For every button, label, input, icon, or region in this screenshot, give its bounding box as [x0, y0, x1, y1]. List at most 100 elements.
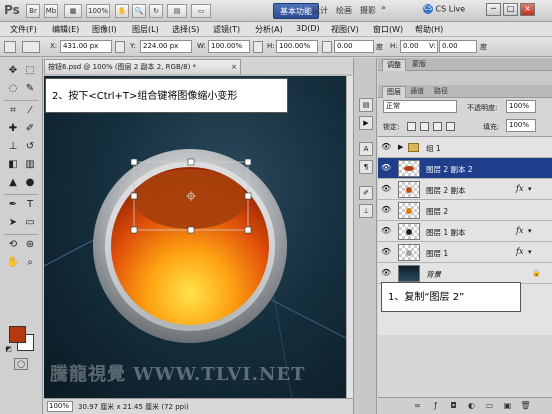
clone-source-icon[interactable]: ⊥ [359, 204, 373, 218]
close-button[interactable]: × [520, 3, 535, 16]
gradient-tool-icon[interactable]: ▥ [23, 158, 37, 172]
delete-layer-icon[interactable]: 🗑 [520, 401, 531, 412]
hand-icon[interactable]: ✋ [6, 256, 20, 270]
adjustment-layer-icon[interactable]: ◐ [466, 401, 477, 412]
relative-position-icon[interactable] [115, 41, 125, 53]
height-field[interactable]: 100.00% [276, 40, 318, 53]
pen-tool-icon[interactable]: ✒ [6, 198, 20, 212]
healing-brush-icon[interactable]: ✚ [6, 122, 20, 136]
transform-tool-icon[interactable] [4, 41, 16, 53]
blend-mode-select[interactable]: 正常 [383, 100, 457, 113]
menu-file[interactable]: 文件(F) [10, 24, 37, 35]
brush-tool-icon[interactable]: ✐ [23, 122, 37, 136]
eyedropper-tool-icon[interactable]: ⁄ [23, 104, 37, 118]
guides-menu-icon[interactable]: ▦ [64, 4, 82, 18]
layer-effects-icon[interactable]: fx [516, 247, 523, 256]
tab-layers[interactable]: 图层 [382, 86, 406, 98]
lasso-tool-icon[interactable]: ◌ [6, 82, 20, 96]
layer-row-layer1-copy[interactable]: 👁 图层 1 副本 fx ▾ [378, 221, 552, 242]
workspace-photography[interactable]: 摄影 [354, 3, 382, 19]
layer-row-layer1[interactable]: 👁 图层 1 fx ▾ [378, 242, 552, 263]
tab-paths[interactable]: 路径 [430, 86, 452, 98]
crop-tool-icon[interactable]: ⌗ [6, 104, 20, 118]
x-field[interactable]: 431.00 px [60, 40, 112, 53]
reference-point-icon[interactable] [22, 41, 40, 53]
link-proportions-icon[interactable] [253, 41, 263, 53]
menu-image[interactable]: 图像(I) [92, 24, 117, 35]
menu-layer[interactable]: 图层(L) [132, 24, 159, 35]
document-tab[interactable]: 按钮6.psd @ 100% (图层 2 副本 2, RGB/8) * × [44, 59, 241, 74]
type-tool-icon[interactable]: T [23, 198, 37, 212]
add-mask-icon[interactable]: ◘ [448, 401, 459, 412]
v-skew-field[interactable]: 0.00 [439, 40, 477, 53]
layer-effects-icon[interactable]: fx [516, 184, 523, 193]
opacity-field[interactable]: 100% [506, 100, 536, 113]
hand-tool-icon[interactable]: ✋ [115, 4, 129, 18]
visibility-icon[interactable]: 👁 [381, 248, 391, 256]
blur-tool-icon[interactable]: ▲ [6, 176, 20, 190]
menu-3d[interactable]: 3D(D) [296, 24, 320, 33]
lock-transparency-icon[interactable] [407, 122, 416, 131]
layer-row-group1[interactable]: 👁 ▶ 组 1 [378, 137, 552, 158]
rotate-view-icon[interactable]: ↻ [149, 4, 163, 18]
menu-filter[interactable]: 滤镜(T) [213, 24, 240, 35]
menu-edit[interactable]: 编辑(E) [52, 24, 79, 35]
minimize-button[interactable]: ─ [486, 3, 501, 16]
layer-row-layer2-copy2[interactable]: 👁 图层 2 副本 2 [378, 158, 552, 179]
tab-masks[interactable]: 蒙版 [408, 59, 430, 71]
menu-view[interactable]: 视图(V) [331, 24, 359, 35]
zoom-field[interactable]: 100% [47, 401, 73, 412]
menu-window[interactable]: 窗口(W) [373, 24, 403, 35]
close-document-icon[interactable]: × [231, 60, 237, 74]
eraser-tool-icon[interactable]: ◧ [6, 158, 20, 172]
visibility-icon[interactable]: 👁 [381, 164, 391, 172]
actions-panel-icon[interactable]: ▶ [359, 116, 373, 130]
width-field[interactable]: 100.00% [208, 40, 250, 53]
default-colors-icon[interactable]: ◩ [4, 345, 13, 354]
maximize-button[interactable]: □ [503, 3, 518, 16]
lock-pixels-icon[interactable] [420, 122, 429, 131]
visibility-icon[interactable]: 👁 [381, 185, 391, 193]
clone-stamp-icon[interactable]: ⊥ [6, 140, 20, 154]
visibility-icon[interactable]: 👁 [381, 227, 391, 235]
visibility-icon[interactable]: 👁 [381, 206, 391, 214]
layer-effects-icon[interactable]: fx [516, 226, 523, 235]
zoom-tool-icon[interactable]: 🔍 [132, 4, 146, 18]
layer-row-layer2[interactable]: 👁 图层 2 [378, 200, 552, 221]
zoom-icon[interactable]: ⌕ [23, 256, 37, 270]
arrange-documents-icon[interactable]: ▤ [167, 4, 187, 18]
cs-live-button[interactable]: CS CS Live [423, 4, 465, 14]
history-panel-icon[interactable]: ▤ [359, 98, 373, 112]
vertical-scrollbar[interactable] [346, 76, 353, 398]
expand-effects-icon[interactable]: ▾ [528, 248, 532, 256]
angle-field[interactable]: 0.00 [334, 40, 374, 53]
foreground-color[interactable] [9, 326, 26, 343]
link-layers-icon[interactable]: ∞ [412, 401, 423, 412]
character-panel-icon[interactable]: A [359, 142, 373, 156]
shape-tool-icon[interactable]: ▭ [23, 216, 37, 230]
zoom-level[interactable]: 100% [86, 4, 110, 18]
3d-orbit-icon[interactable]: ⊛ [23, 238, 37, 252]
screen-mode-icon[interactable]: ▭ [191, 4, 211, 18]
lock-all-icon[interactable] [446, 122, 455, 131]
new-group-icon[interactable]: ▭ [484, 401, 495, 412]
document-canvas[interactable] [44, 76, 346, 398]
tab-channels[interactable]: 通道 [406, 86, 428, 98]
menu-analysis[interactable]: 分析(A) [255, 24, 283, 35]
expand-effects-icon[interactable]: ▾ [528, 185, 532, 193]
layer-row-background[interactable]: 👁 背景 🔒 [378, 263, 552, 284]
layer-row-layer2-copy[interactable]: 👁 图层 2 副本 fx ▾ [378, 179, 552, 200]
brush-panel-icon[interactable]: ✐ [359, 186, 373, 200]
minibridge-icon[interactable]: Mb [44, 4, 58, 18]
tab-adjustments[interactable]: 调整 [382, 59, 406, 71]
3d-rotate-icon[interactable]: ⟲ [6, 238, 20, 252]
y-field[interactable]: 224.00 px [140, 40, 192, 53]
menu-select[interactable]: 选择(S) [172, 24, 199, 35]
quick-mask-icon[interactable]: ◯ [14, 358, 28, 370]
lock-position-icon[interactable] [433, 122, 442, 131]
expand-arrow-icon[interactable]: ▶ [398, 143, 403, 151]
menu-help[interactable]: 帮助(H) [415, 24, 443, 35]
marquee-tool-icon[interactable]: ⬚ [23, 64, 37, 78]
move-tool-icon[interactable]: ✥ [6, 64, 20, 78]
quick-select-tool-icon[interactable]: ✎ [23, 82, 37, 96]
